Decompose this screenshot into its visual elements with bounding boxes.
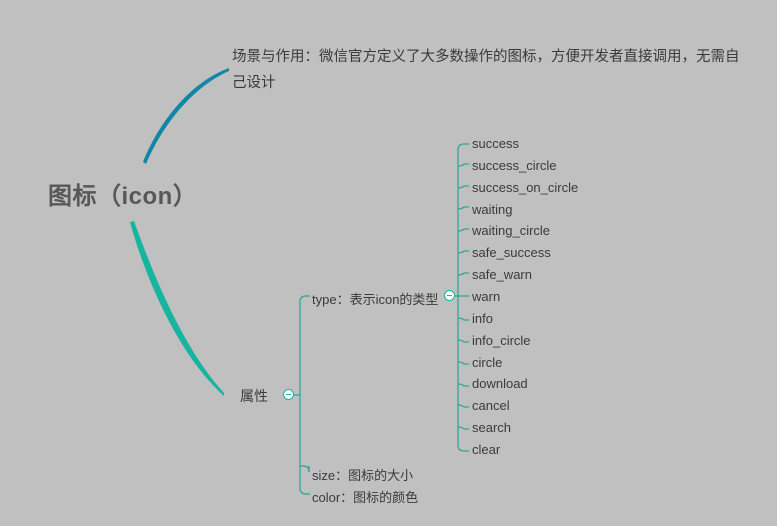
icon-type-item[interactable]: info_circle (472, 333, 531, 348)
branch-curve-intro (143, 68, 229, 164)
icon-type-item[interactable]: success_circle (472, 158, 557, 173)
connector-type-children (455, 143, 469, 452)
sub-node-type[interactable]: type：表示icon的类型 (312, 289, 438, 308)
mindmap-canvas: 图标（icon） 场景与作用：微信官方定义了大多数操作的图标，方便开发者直接调用… (0, 0, 777, 526)
icon-type-item[interactable]: circle (472, 355, 502, 370)
icon-type-item[interactable]: success (472, 136, 519, 151)
icon-type-item[interactable]: waiting_circle (472, 223, 550, 238)
icon-type-item[interactable]: waiting (472, 202, 512, 217)
icon-type-item[interactable]: safe_warn (472, 267, 532, 282)
collapse-toggle-attributes[interactable] (283, 389, 294, 400)
branch-curve-attributes (130, 221, 224, 396)
collapse-toggle-type[interactable] (444, 290, 455, 301)
root-node[interactable]: 图标（icon） (48, 176, 197, 211)
branch-node-intro[interactable]: 场景与作用：微信官方定义了大多数操作的图标，方便开发者直接调用，无需自己设计 (232, 44, 752, 96)
branch-node-attributes[interactable]: 属性 (240, 386, 268, 406)
icon-type-item[interactable]: safe_success (472, 245, 551, 260)
icon-type-item[interactable]: clear (472, 442, 500, 457)
icon-type-item[interactable]: success_on_circle (472, 180, 578, 195)
connector-attributes-children (294, 295, 310, 495)
icon-type-item[interactable]: info (472, 311, 493, 326)
sub-node-color[interactable]: color：图标的颜色 (312, 487, 418, 506)
icon-type-item[interactable]: search (472, 420, 511, 435)
sub-node-size[interactable]: size：图标的大小 (312, 465, 413, 484)
icon-type-item[interactable]: cancel (472, 398, 510, 413)
icon-type-item[interactable]: download (472, 376, 528, 391)
icon-type-item[interactable]: warn (472, 289, 500, 304)
